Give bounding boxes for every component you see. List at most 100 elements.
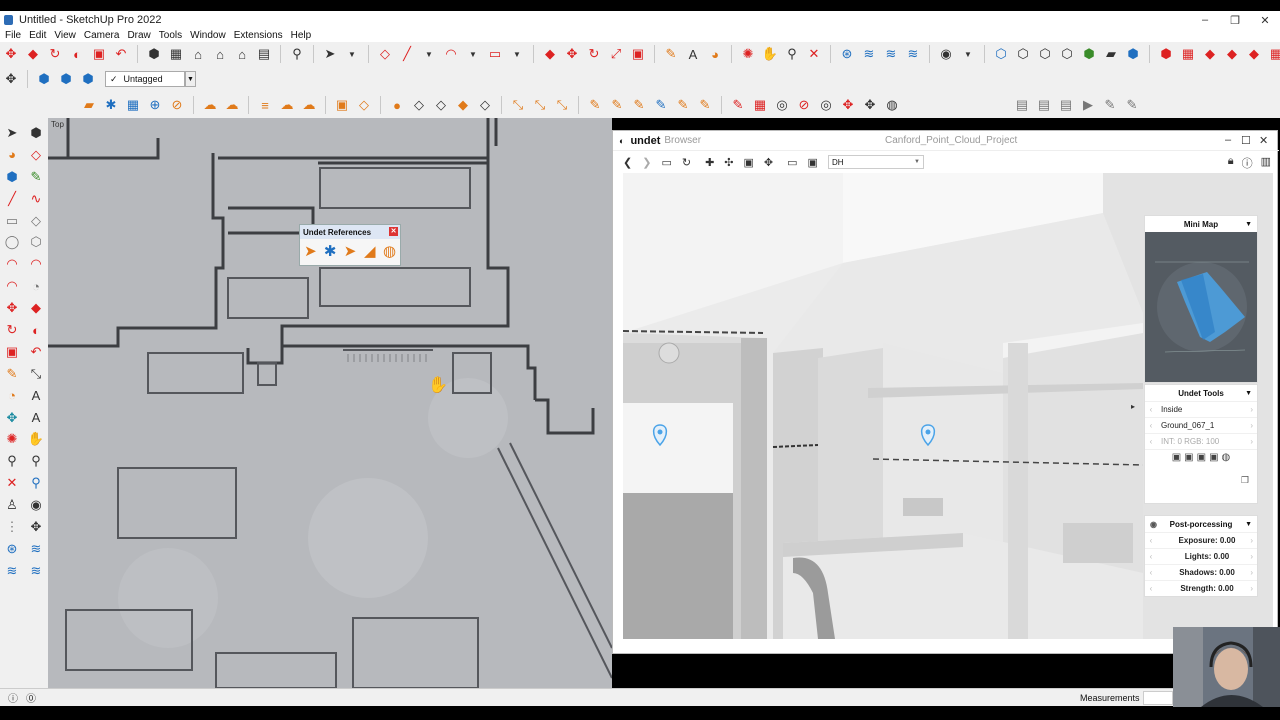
shaded-style-icon[interactable]: ⬢: [1080, 45, 1098, 63]
section-plane-icon[interactable]: ⊛: [838, 45, 856, 63]
scale-icon[interactable]: ▣: [90, 45, 108, 63]
snap-icon-2[interactable]: ⤡: [531, 96, 549, 114]
settings-view-icon[interactable]: ▣: [808, 156, 818, 169]
arc-dropdown-icon[interactable]: ▼: [464, 45, 482, 63]
chevron-left-icon[interactable]: ‹: [1145, 568, 1157, 577]
circle-arrow-icon[interactable]: ◎: [817, 96, 835, 114]
section-display-left-icon[interactable]: ≋: [26, 539, 46, 559]
plane-icon[interactable]: ◇: [410, 96, 428, 114]
view-mode-row[interactable]: ‹ Inside ›: [1145, 401, 1257, 417]
collapse-icon[interactable]: ▼: [1245, 521, 1252, 528]
sphere-icon[interactable]: ●: [388, 96, 406, 114]
three-point-arc-icon[interactable]: ◠: [2, 276, 22, 296]
back-arrow-icon[interactable]: ❮: [623, 156, 632, 169]
component-icon-3[interactable]: ⬢: [79, 70, 97, 88]
move-points-icon[interactable]: ✥: [839, 96, 857, 114]
cube-fill-icon[interactable]: ◆: [454, 96, 472, 114]
view-right-icon[interactable]: ◆: [1223, 45, 1241, 63]
view-back-icon[interactable]: ◆: [1245, 45, 1263, 63]
code-view-icon[interactable]: ▭: [787, 156, 797, 169]
collapse-icon[interactable]: ▼: [1245, 221, 1252, 228]
3d-warehouse-icon[interactable]: ▦: [167, 45, 185, 63]
move-left-icon[interactable]: ✥: [2, 298, 22, 318]
cube-front-icon[interactable]: ▣: [1172, 452, 1181, 463]
monochrome-style-icon[interactable]: ⬢: [1124, 45, 1142, 63]
zoom-extents-left-icon[interactable]: ✕: [2, 473, 22, 493]
move-view-icon[interactable]: ✥: [764, 156, 773, 169]
rotate-tool-icon[interactable]: ↻: [585, 45, 603, 63]
view-iso-icon[interactable]: ⬢: [1157, 45, 1175, 63]
rotate-left-icon[interactable]: ↻: [2, 320, 22, 340]
component-icon-2[interactable]: ⬢: [57, 70, 75, 88]
protractor-icon[interactable]: ◔: [2, 386, 22, 406]
shape-dropdown-icon[interactable]: ▼: [508, 45, 526, 63]
arc-tool-icon[interactable]: ◠: [2, 254, 22, 274]
pan-left-icon[interactable]: ✋: [26, 429, 46, 449]
measurements-input[interactable]: [1143, 691, 1173, 705]
cube-view-icon[interactable]: ▣: [744, 156, 754, 169]
rotated-rect-icon[interactable]: ◇: [26, 211, 46, 231]
model-viewport[interactable]: ✋: [48, 118, 612, 688]
collapse-icon[interactable]: ▼: [1245, 390, 1252, 397]
section-cuts-icon[interactable]: ≋: [882, 45, 900, 63]
reference-pointer-icon[interactable]: ➤: [302, 242, 319, 260]
slice-icon[interactable]: ≡: [256, 96, 274, 114]
text-tool-icon[interactable]: A: [684, 45, 702, 63]
menu-help[interactable]: Help: [291, 30, 312, 41]
polygon-icon[interactable]: ⬡: [26, 232, 46, 252]
trim-icon[interactable]: ▦: [751, 96, 769, 114]
pin-icon[interactable]: ✚: [705, 156, 714, 169]
palette-icon[interactable]: ◍: [1222, 452, 1231, 463]
lock-icon[interactable]: 🔒︎: [1228, 155, 1234, 171]
erase-icon[interactable]: ◇: [26, 145, 46, 165]
tag-selector[interactable]: ✓ Untagged: [105, 71, 185, 87]
freehand-icon[interactable]: ∿: [26, 189, 46, 209]
menu-edit[interactable]: Edit: [29, 30, 46, 41]
move-tool-icon[interactable]: ✥: [563, 45, 581, 63]
minimize-button[interactable]: –: [1190, 14, 1220, 27]
tool-ext-icon-3[interactable]: ✎: [630, 96, 648, 114]
tag-dropdown-button[interactable]: ▼: [185, 71, 196, 87]
reference-node-icon[interactable]: ✱: [322, 242, 339, 260]
browser-close-button[interactable]: ✕: [1259, 134, 1268, 147]
exposure-row[interactable]: ‹ Exposure: 0.00 ›: [1145, 532, 1257, 548]
section-cut-left-icon[interactable]: ≋: [2, 561, 22, 581]
tape-measure-icon[interactable]: ✎: [662, 45, 680, 63]
reference-pointer-plus-icon[interactable]: ➤: [342, 242, 359, 260]
walk-arrows-icon[interactable]: ✥: [26, 517, 46, 537]
offset-icon[interactable]: ↶: [112, 45, 130, 63]
section-display-icon[interactable]: ≋: [860, 45, 878, 63]
snap-icon-1[interactable]: ⤡: [509, 96, 527, 114]
tool-ext-icon-2[interactable]: ✎: [608, 96, 626, 114]
orbit-left-icon[interactable]: ✺: [2, 429, 22, 449]
rectangle-icon[interactable]: ▭: [486, 45, 504, 63]
section-fill-left-icon[interactable]: ≋: [26, 561, 46, 581]
user-account-icon[interactable]: ◉: [937, 45, 955, 63]
extension-warehouse-icon[interactable]: ▤: [255, 45, 273, 63]
offset-left-icon[interactable]: ↶: [26, 342, 46, 362]
info-icon[interactable]: ⓘ: [1242, 155, 1253, 171]
pointcloud-import-icon[interactable]: ▦: [124, 96, 142, 114]
close-button[interactable]: ✕: [1250, 14, 1280, 27]
eraser-icon[interactable]: ◇: [376, 45, 394, 63]
undet-select-icon[interactable]: ✱: [102, 96, 120, 114]
pointcloud-remove-icon[interactable]: ⊘: [168, 96, 186, 114]
pencil-icon[interactable]: ✎: [729, 96, 747, 114]
reference-plane-icon[interactable]: ◢: [361, 242, 378, 260]
mini-map-header[interactable]: Mini Map ▼: [1145, 216, 1257, 232]
pie-icon[interactable]: ◔: [26, 276, 46, 296]
box-select-icon[interactable]: ▣: [333, 96, 351, 114]
globe-tool-icon[interactable]: ◍: [883, 96, 901, 114]
move-icon[interactable]: ✥: [2, 45, 20, 63]
open-folder-icon[interactable]: ▰: [80, 96, 98, 114]
box-clear-icon[interactable]: ◇: [355, 96, 373, 114]
push-pull-icon[interactable]: ◆: [24, 45, 42, 63]
tool-ext-icon-5[interactable]: ✎: [674, 96, 692, 114]
paint-icon[interactable]: ◕: [2, 145, 22, 165]
3d-text-icon[interactable]: A: [26, 408, 46, 428]
no-entry-icon[interactable]: ⊘: [795, 96, 813, 114]
channels-row[interactable]: ‹ INT: 0 RGB: 100 ›: [1145, 433, 1257, 449]
undet-tools-header[interactable]: Undet Tools ▼: [1145, 385, 1257, 401]
cube-outline-icon[interactable]: ◇: [476, 96, 494, 114]
chevron-right-icon[interactable]: ›: [1250, 437, 1253, 446]
